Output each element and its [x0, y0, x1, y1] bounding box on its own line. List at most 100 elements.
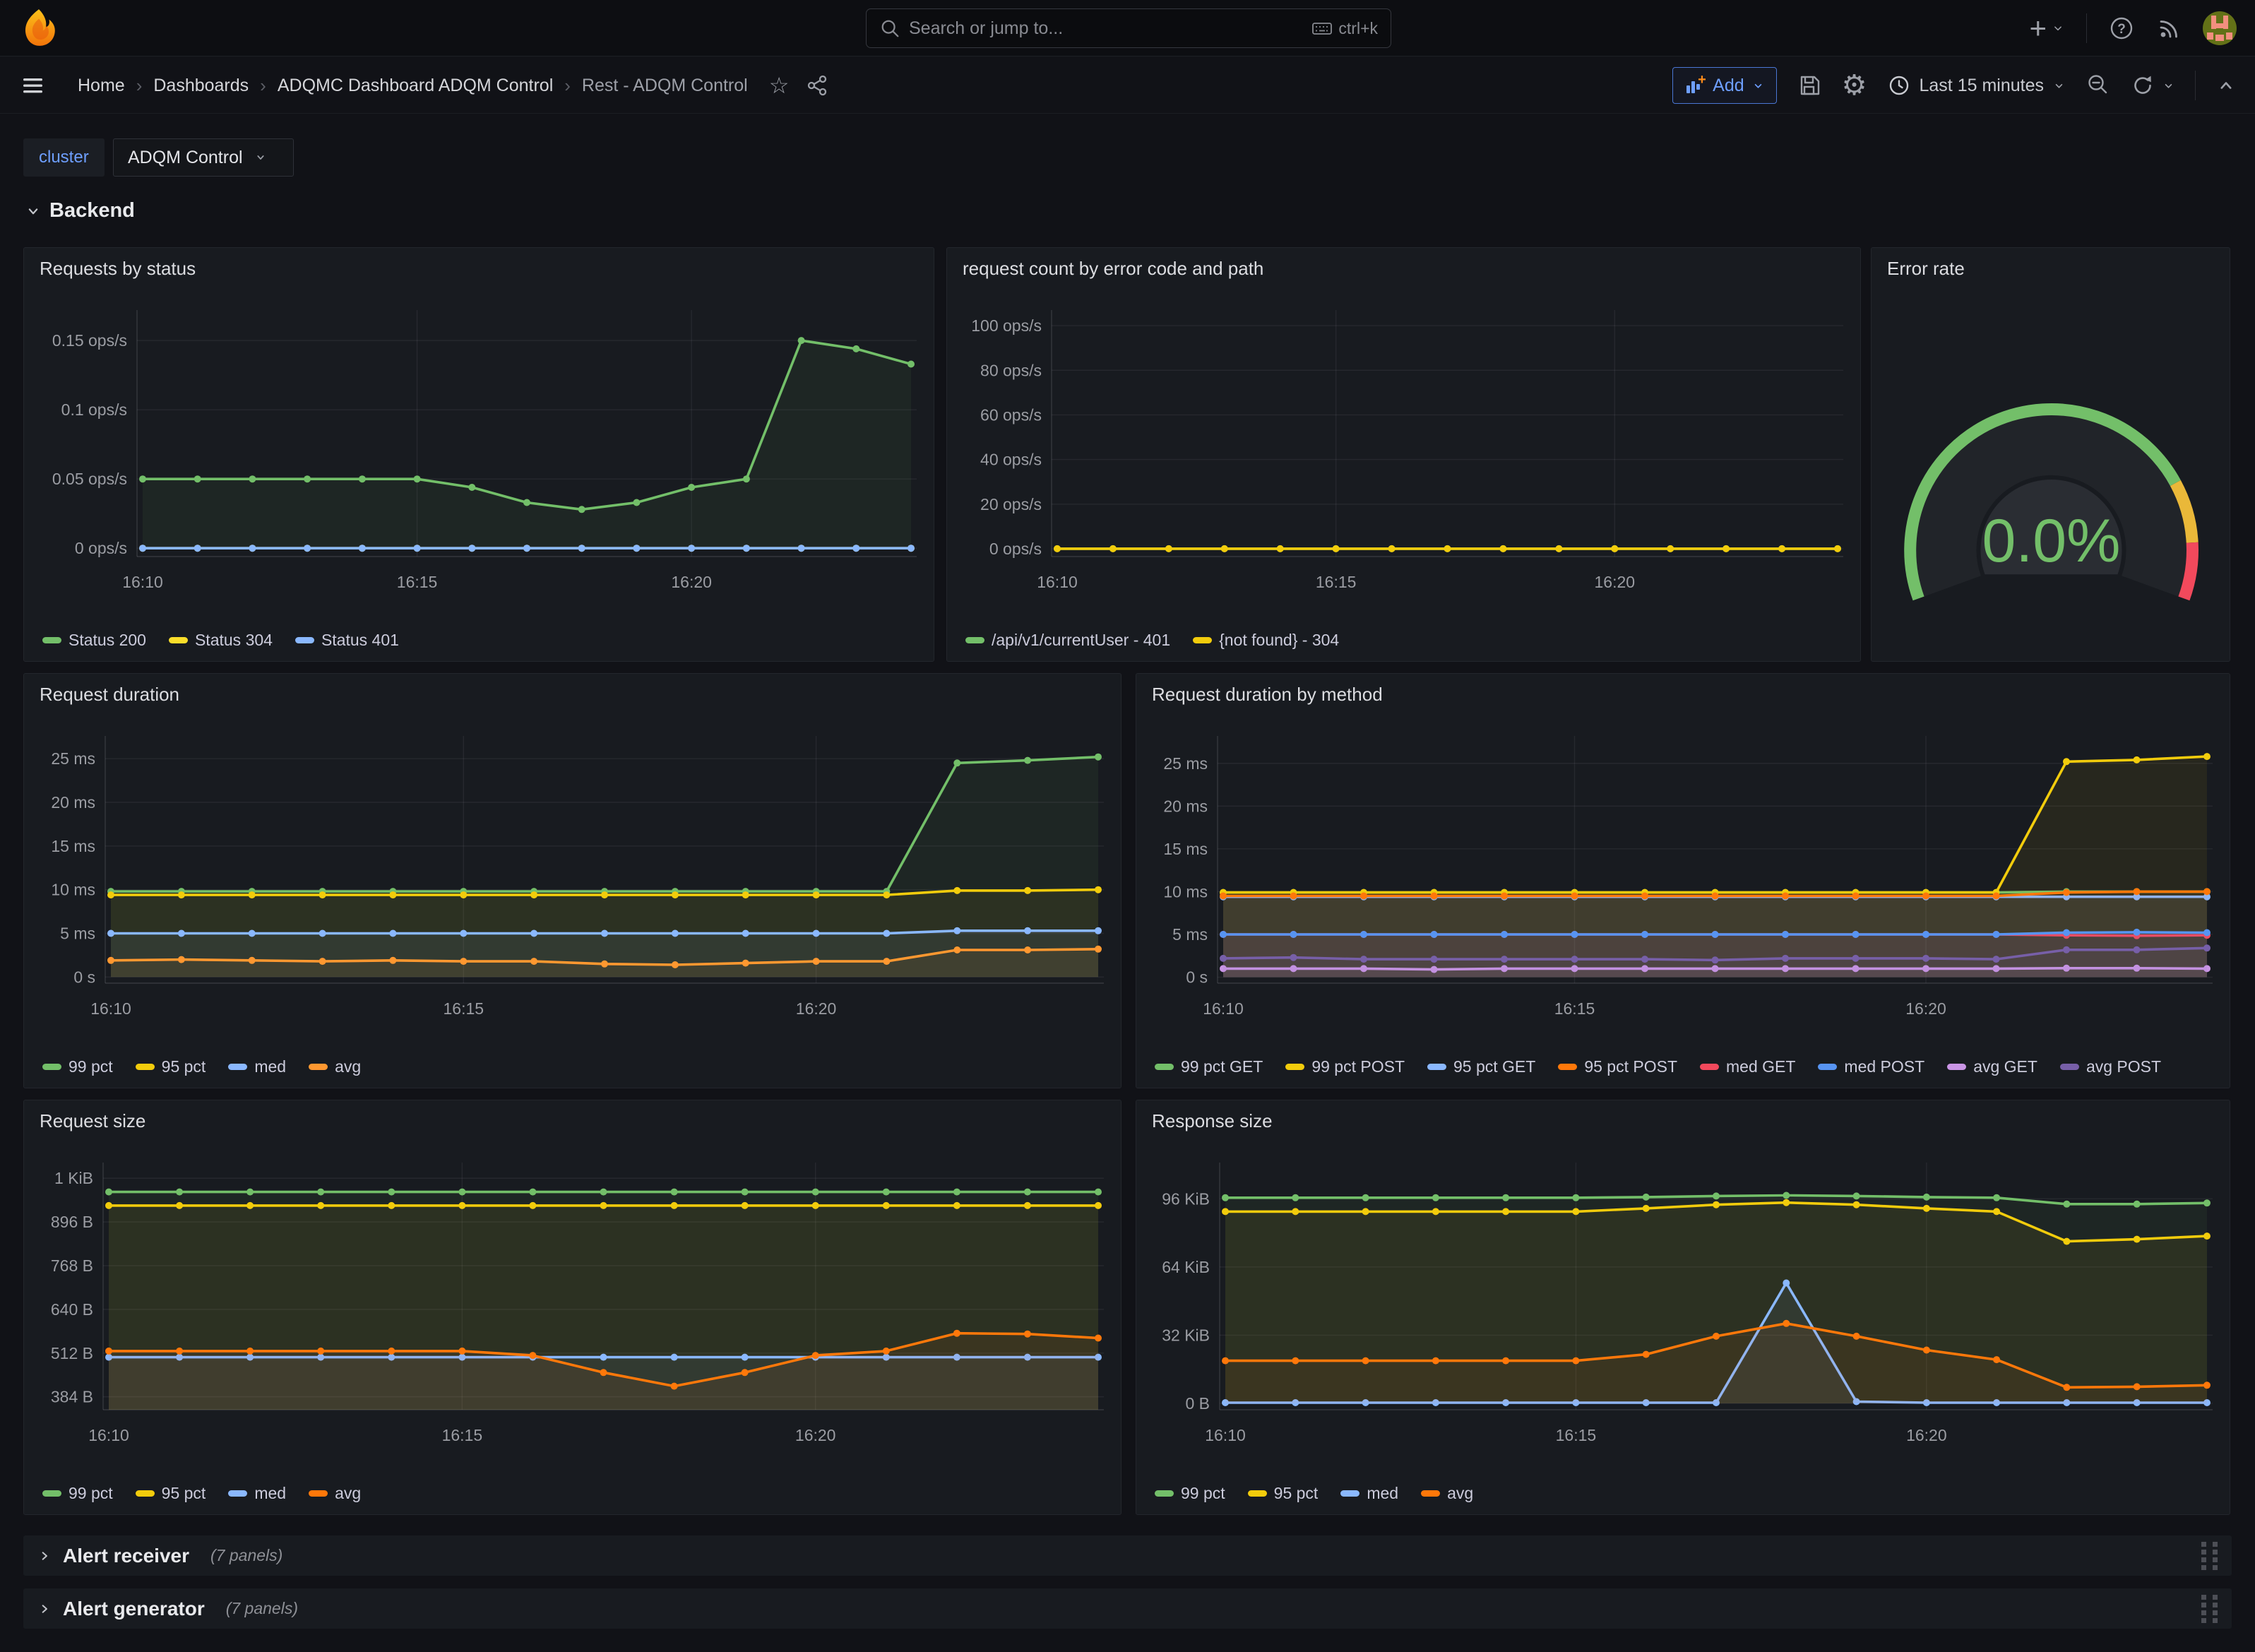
legend-color-pill	[1248, 1490, 1267, 1497]
legend-color-pill	[295, 637, 314, 643]
legend-item-med-get[interactable]: med GET	[1700, 1057, 1795, 1076]
chevron-down-icon	[254, 151, 267, 164]
legend-item-status-200[interactable]: Status 200	[42, 631, 146, 650]
legend-color-pill	[42, 1064, 61, 1070]
legend-item-api-v1-currentuser-401[interactable]: /api/v1/currentUser - 401	[965, 631, 1170, 650]
search-input[interactable]: Search or jump to... ctrl+k	[866, 8, 1391, 48]
legend-item-99-pct[interactable]: 99 pct	[1155, 1484, 1225, 1503]
legend-item-99-pct-get[interactable]: 99 pct GET	[1155, 1057, 1263, 1076]
legend-label: 95 pct GET	[1453, 1057, 1535, 1076]
legend-label: 95 pct	[162, 1484, 206, 1503]
legend-item-not-found-304[interactable]: {not found} - 304	[1193, 631, 1339, 650]
row-drag-handle[interactable]	[2201, 1595, 2218, 1623]
legend-label: 99 pct POST	[1311, 1057, 1405, 1076]
plus-icon: +	[2029, 13, 2047, 43]
legend-item-avg[interactable]: avg	[309, 1057, 361, 1076]
time-range-picker[interactable]: Last 15 minutes	[1887, 73, 2066, 97]
legend-item-med-post[interactable]: med POST	[1818, 1057, 1924, 1076]
chevron-right-icon	[37, 1549, 52, 1563]
help-button[interactable]: ?	[2108, 15, 2135, 42]
legend-item-99-pct[interactable]: 99 pct	[42, 1057, 113, 1076]
legend-color-pill	[169, 637, 188, 643]
legend-label: 99 pct	[69, 1484, 113, 1503]
panel-request-duration-by-method: Request duration by method0 s5 ms10 ms15…	[1136, 673, 2230, 1088]
y-tick-label: 10 ms	[1163, 882, 1208, 901]
refresh-interval-chevron-icon[interactable]	[2162, 79, 2175, 93]
search-icon	[879, 18, 900, 39]
refresh-button[interactable]	[2131, 73, 2175, 98]
row-drag-handle[interactable]	[2201, 1542, 2218, 1570]
keyboard-icon	[1311, 18, 1333, 39]
zoom-out-time-button[interactable]	[2086, 73, 2111, 98]
x-tick-label: 16:15	[1554, 999, 1595, 1018]
row-alert-generator[interactable]: Alert generator (7 panels)	[23, 1588, 2232, 1629]
legend-item-med[interactable]: med	[228, 1484, 286, 1503]
y-tick-label: 25 ms	[1163, 754, 1208, 773]
legend-label: {not found} - 304	[1219, 631, 1339, 650]
breadcrumb-home[interactable]: Home	[78, 76, 125, 96]
legend-color-pill	[1193, 637, 1212, 643]
variable-value-dropdown[interactable]: ADQM Control	[113, 138, 294, 177]
legend-label: med POST	[1844, 1057, 1924, 1076]
chevron-down-icon	[25, 203, 41, 219]
x-tick-label: 16:15	[1556, 1426, 1597, 1444]
y-tick-label: 25 ms	[51, 749, 95, 768]
legend: /api/v1/currentUser - 401 {not found} - 3…	[965, 631, 1339, 650]
y-tick-label: 5 ms	[60, 925, 95, 943]
legend-item-status-304[interactable]: Status 304	[169, 631, 273, 650]
row-header-backend[interactable]: Backend	[25, 199, 135, 222]
collapse-toolbar-button[interactable]	[2215, 75, 2237, 96]
legend-label: avg GET	[1973, 1057, 2037, 1076]
chart-response-size: 0 B32 KiB64 KiB96 KiB16:1016:1516:20	[1136, 1100, 2231, 1516]
share-icon[interactable]	[806, 73, 830, 97]
row-alert-receiver[interactable]: Alert receiver (7 panels)	[23, 1535, 2232, 1576]
clock-icon	[1887, 73, 1911, 97]
legend-item-med[interactable]: med	[1340, 1484, 1398, 1503]
legend-item-95-pct[interactable]: 95 pct	[136, 1484, 206, 1503]
panel-request-size: Request size384 B512 B640 B768 B896 B1 K…	[23, 1100, 1121, 1515]
add-button[interactable]: + Add	[1672, 67, 1776, 104]
chart-request-duration-by-method: 0 s5 ms10 ms15 ms20 ms25 ms16:1016:1516:…	[1136, 674, 2231, 1089]
legend-item-med[interactable]: med	[228, 1057, 286, 1076]
legend-item-95-pct[interactable]: 95 pct	[1248, 1484, 1319, 1503]
x-tick-label: 16:20	[1905, 999, 1946, 1018]
legend-item-99-pct[interactable]: 99 pct	[42, 1484, 113, 1503]
legend-label: avg POST	[2086, 1057, 2161, 1076]
mega-menu-icon[interactable]	[21, 74, 45, 97]
user-avatar[interactable]	[2203, 11, 2237, 45]
new-button[interactable]: +	[2029, 13, 2065, 43]
legend-item-95-pct-get[interactable]: 95 pct GET	[1427, 1057, 1535, 1076]
breadcrumb-dashboards[interactable]: Dashboards	[153, 76, 249, 96]
legend-item-avg-get[interactable]: avg GET	[1947, 1057, 2037, 1076]
y-tick-label: 0 s	[73, 968, 95, 986]
y-tick-label: 512 B	[51, 1344, 93, 1362]
panel-request-duration: Request duration0 s5 ms10 ms15 ms20 ms25…	[23, 673, 1121, 1088]
y-tick-label: 0 ops/s	[75, 539, 127, 557]
y-tick-label: 10 ms	[51, 881, 95, 899]
breadcrumb-folder[interactable]: ADQMC Dashboard ADQM Control	[278, 76, 553, 96]
search-shortcut: ctrl+k	[1311, 18, 1378, 39]
legend-item-95-pct-post[interactable]: 95 pct POST	[1558, 1057, 1677, 1076]
legend-item-avg[interactable]: avg	[1421, 1484, 1473, 1503]
dashboard-settings-button[interactable]: ⚙	[1842, 71, 1867, 100]
gauge-value: 0.0%	[1982, 507, 2120, 575]
chart-request-count-by-error-code-and-path: 0 ops/s20 ops/s40 ops/s60 ops/s80 ops/s1…	[947, 248, 1862, 662]
legend-item-avg[interactable]: avg	[309, 1484, 361, 1503]
x-tick-label: 16:15	[397, 573, 438, 591]
legend-item-95-pct[interactable]: 95 pct	[136, 1057, 206, 1076]
legend-color-pill	[228, 1064, 247, 1070]
y-tick-label: 640 B	[51, 1300, 93, 1319]
legend-item-avg-post[interactable]: avg POST	[2060, 1057, 2161, 1076]
legend-color-pill	[136, 1064, 155, 1070]
legend-color-pill	[42, 637, 61, 643]
grafana-logo-icon[interactable]	[18, 7, 59, 48]
save-dashboard-button[interactable]	[1797, 73, 1822, 98]
legend-item-99-pct-post[interactable]: 99 pct POST	[1285, 1057, 1405, 1076]
legend-item-status-401[interactable]: Status 401	[295, 631, 399, 650]
favorite-star-icon[interactable]: ☆	[769, 74, 790, 97]
legend: 99 pct 95 pct med avg	[42, 1484, 361, 1503]
news-button[interactable]	[2156, 16, 2182, 41]
legend-color-pill	[1947, 1064, 1966, 1070]
breadcrumb: Home › Dashboards › ADQMC Dashboard ADQM…	[78, 57, 830, 114]
y-tick-label: 96 KiB	[1162, 1189, 1210, 1208]
